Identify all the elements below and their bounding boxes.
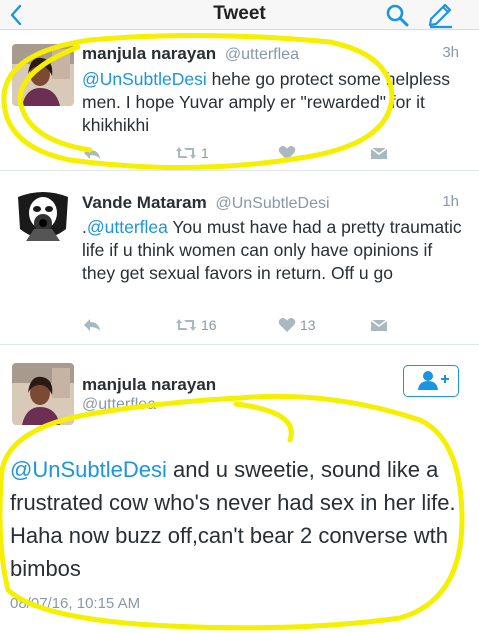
compose-tweet-button[interactable] — [426, 1, 456, 29]
retweet-icon — [176, 147, 196, 160]
heart-icon — [278, 318, 296, 333]
reply-icon — [84, 147, 100, 160]
heart-icon — [278, 146, 296, 161]
direct-message-button[interactable] — [370, 144, 388, 166]
direct-message-button[interactable] — [370, 316, 388, 338]
retweet-icon — [176, 319, 196, 332]
navigation-bar: Tweet — [0, 0, 479, 30]
author-handle[interactable]: @utterflea — [82, 396, 156, 414]
reply-button[interactable] — [82, 316, 102, 338]
retweet-button[interactable]: 16 — [175, 316, 217, 338]
like-button[interactable]: 13 — [278, 316, 316, 338]
retweet-count: 1 — [201, 145, 209, 162]
tweet-time: 3h — [442, 44, 459, 61]
envelope-icon — [370, 147, 388, 160]
like-count: 13 — [300, 317, 316, 334]
like-button[interactable] — [278, 144, 300, 166]
tweet-header: Vande Mataram @UnSubtleDesi 1h — [82, 193, 459, 215]
author-name[interactable]: Vande Mataram — [82, 193, 207, 212]
avatar[interactable] — [12, 363, 74, 425]
reply-icon — [84, 319, 100, 332]
follow-button[interactable] — [403, 365, 459, 397]
tweet-text: .@utterflea You must have had a pretty t… — [82, 216, 465, 285]
avatar[interactable] — [12, 44, 74, 106]
tweet-header: manjula narayan @utterflea 3h — [82, 44, 459, 66]
tweet-item[interactable]: Vande Mataram @UnSubtleDesi 1h .@utterfl… — [0, 170, 479, 344]
search-button[interactable] — [384, 2, 412, 28]
tweet-timestamp: 08/07/16, 10:15 AM — [10, 595, 141, 612]
author-name[interactable]: manjula narayan — [82, 375, 216, 395]
tweet-text: @UnSubtleDesi hehe go protect some helpl… — [82, 68, 465, 137]
author-handle[interactable]: @utterflea — [225, 46, 299, 63]
retweet-button[interactable]: 1 — [175, 144, 209, 166]
mention-link[interactable]: @UnSubtleDesi — [82, 69, 207, 89]
mention-link[interactable]: @UnSubtleDesi — [10, 457, 167, 482]
envelope-icon — [370, 319, 388, 332]
tweet-text: @UnSubtleDesi and u sweetie, sound like … — [10, 453, 461, 585]
avatar[interactable] — [12, 189, 74, 251]
reply-button[interactable] — [82, 144, 102, 166]
author-handle[interactable]: @UnSubtleDesi — [215, 195, 329, 212]
compose-icon — [428, 3, 452, 29]
mention-link[interactable]: @utterflea — [87, 217, 168, 237]
tweet-item[interactable]: manjula narayan @utterflea 3h @UnSubtleD… — [0, 30, 479, 170]
tweet-actions: 16 13 — [82, 316, 389, 338]
tweet-actions: 1 — [82, 144, 389, 166]
tweet-time: 1h — [442, 193, 459, 210]
author-name[interactable]: manjula narayan — [82, 44, 216, 63]
add-user-icon — [418, 371, 449, 390]
tweet-detail: manjula narayan @utterflea @UnSubtleDesi… — [0, 344, 479, 633]
search-icon — [386, 4, 409, 27]
retweet-count: 16 — [201, 317, 217, 334]
